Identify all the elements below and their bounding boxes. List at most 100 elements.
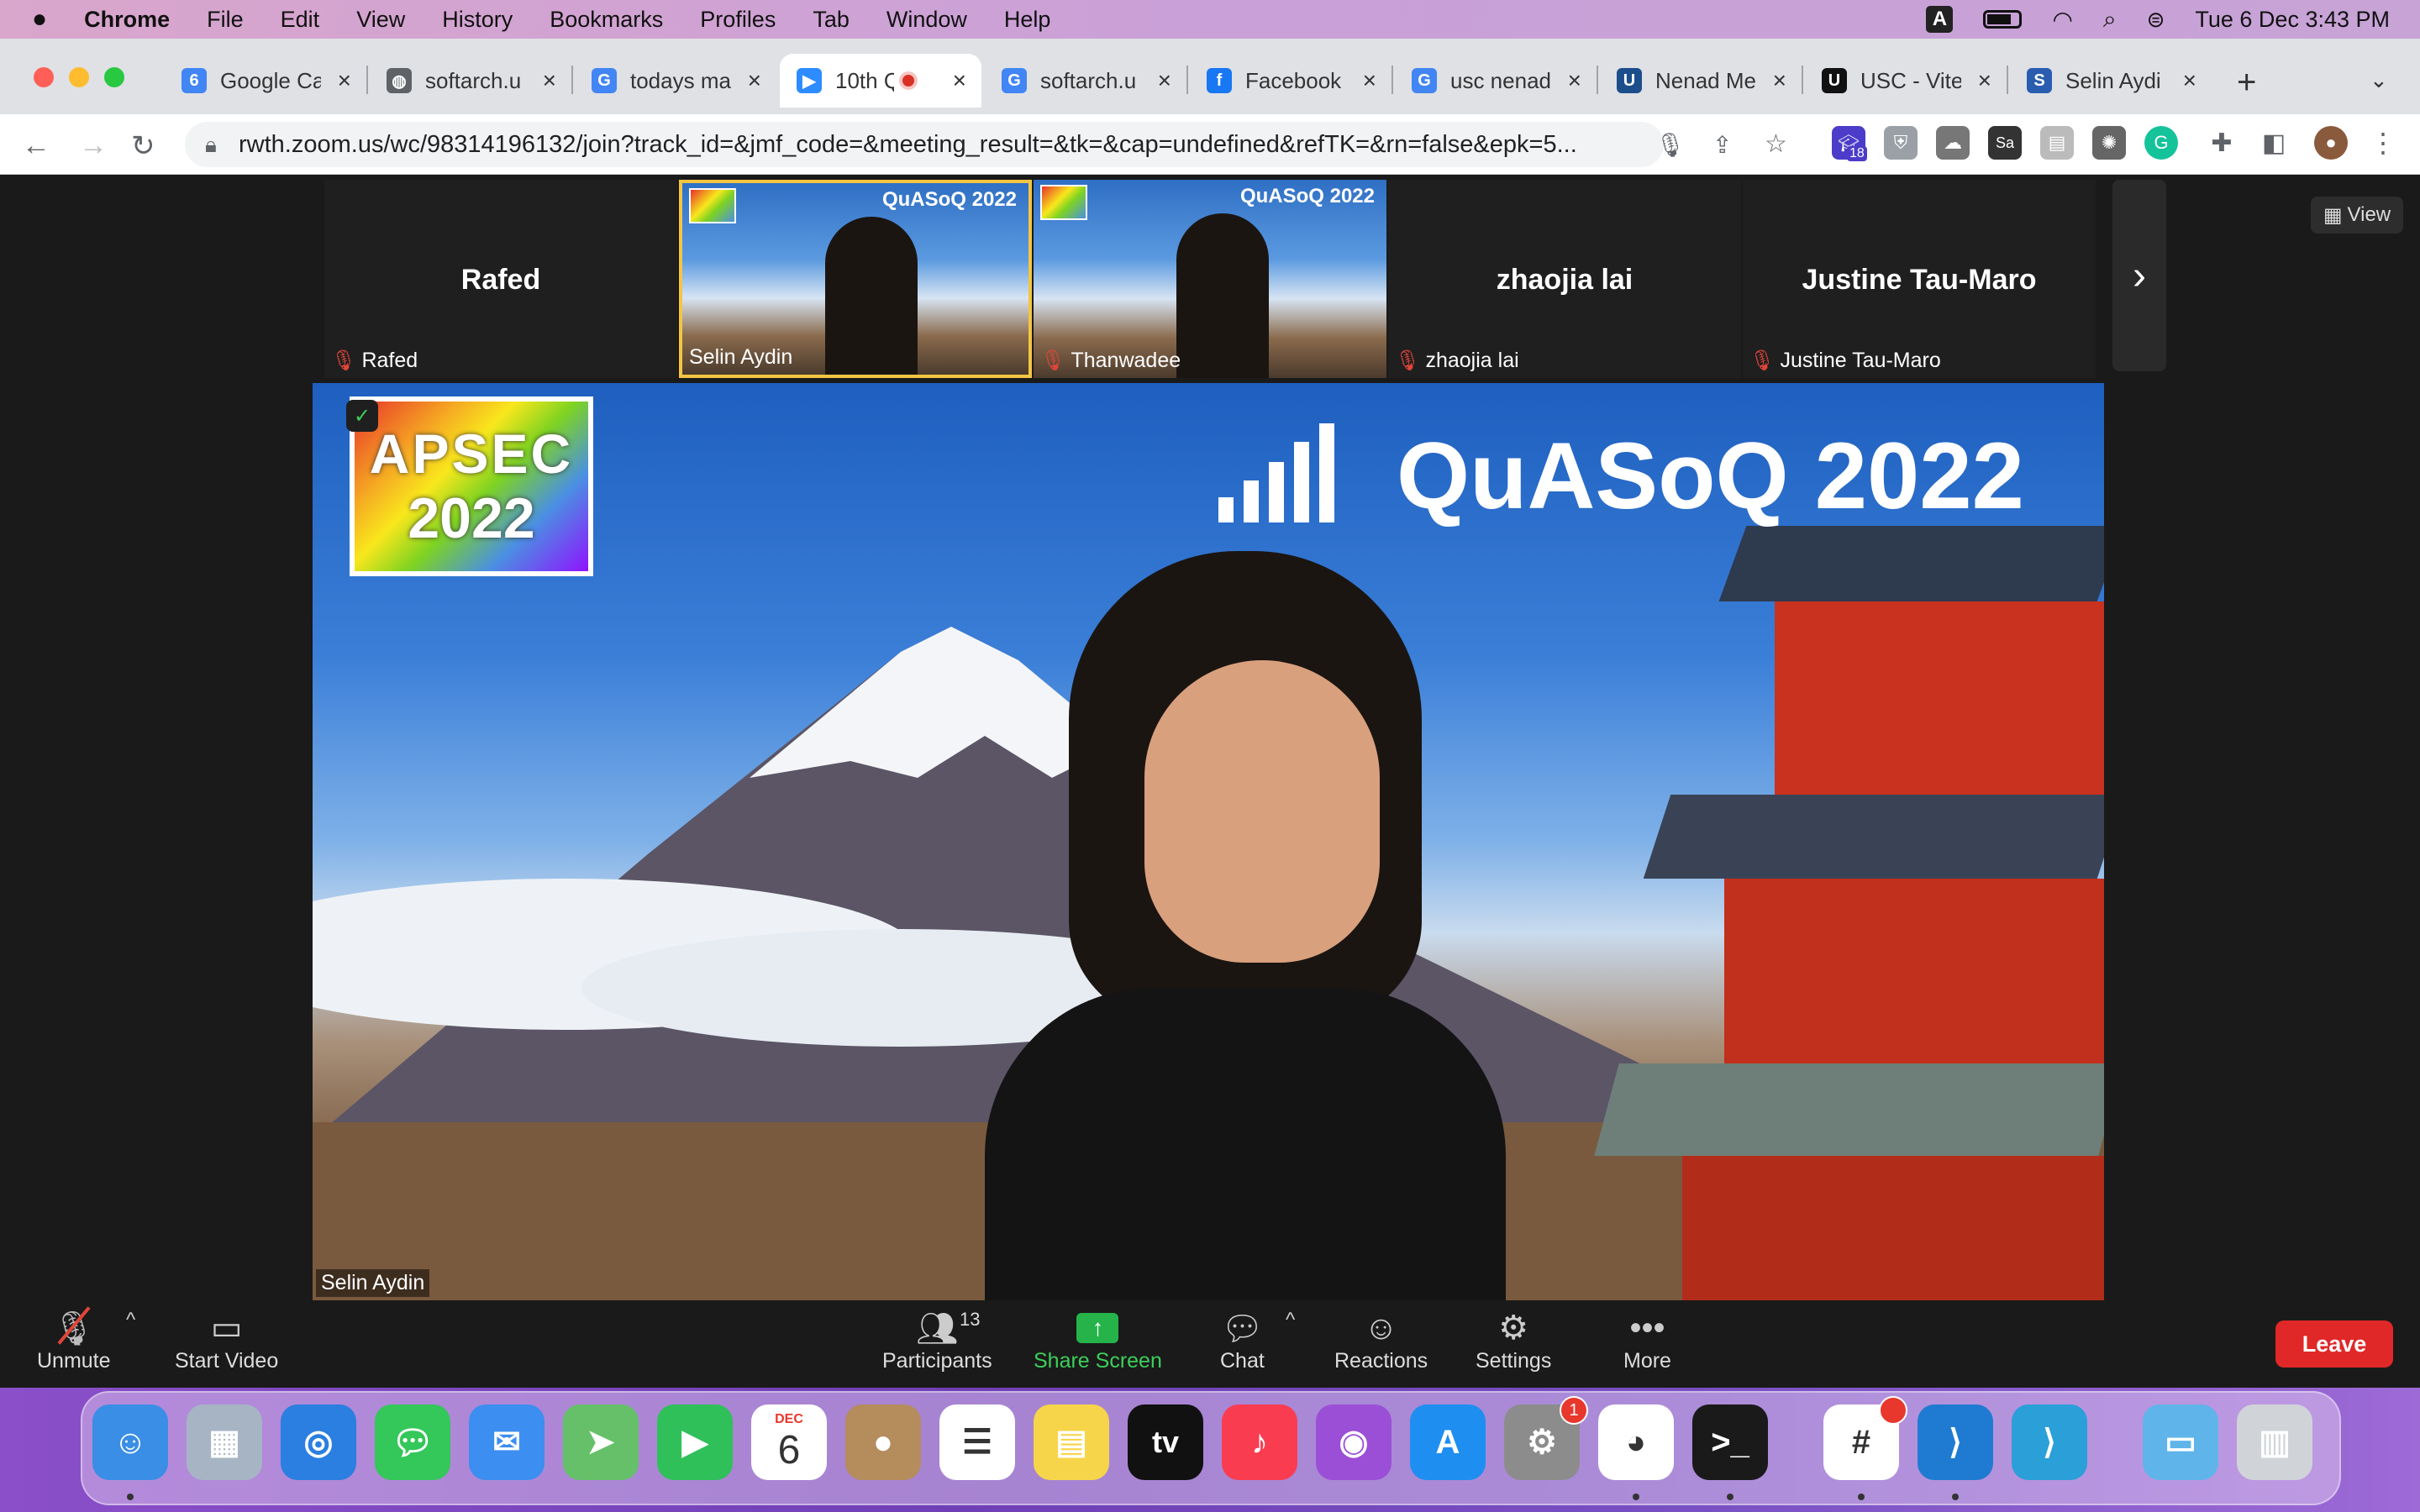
menu-history[interactable]: History	[442, 7, 513, 33]
trash-icon[interactable]: ▥	[2237, 1404, 2312, 1480]
close-tab-icon[interactable]: ×	[1773, 67, 1786, 94]
folder-icon[interactable]: ▭	[2143, 1404, 2218, 1480]
extension-grammarly-icon[interactable]: G	[2144, 126, 2178, 160]
music-icon[interactable]: ♪	[1222, 1404, 1297, 1480]
mail-icon[interactable]: ✉	[469, 1404, 544, 1480]
extension-shield-icon[interactable]: ⛨	[1884, 126, 1918, 160]
close-tab-icon[interactable]: ×	[1568, 67, 1581, 94]
address-bar[interactable]: 🔒︎ rwth.zoom.us/wc/98314196132/join?trac…	[185, 122, 1664, 167]
next-page-button[interactable]: ›	[2112, 180, 2166, 371]
tab-3[interactable]: ▶ 10th Q ×	[780, 54, 981, 108]
maximize-window-button[interactable]	[104, 67, 124, 87]
search-icon[interactable]: ⌕	[2103, 6, 2117, 34]
extension-sa-icon[interactable]: Sa	[1988, 126, 2022, 160]
podcasts-icon[interactable]: ◉	[1316, 1404, 1392, 1480]
messages-icon[interactable]: 💬︎	[375, 1404, 450, 1480]
wifi-icon[interactable]: ◠	[2052, 6, 2072, 34]
lock-icon[interactable]: 🔒︎	[205, 132, 217, 159]
close-tab-icon[interactable]: ×	[1158, 67, 1171, 94]
reminders-icon[interactable]: ☰	[939, 1404, 1015, 1480]
datetime[interactable]: Tue 6 Dec 3:43 PM	[2195, 7, 2390, 33]
close-tab-icon[interactable]: ×	[953, 67, 966, 94]
tab-1[interactable]: ◍ softarch.u ×	[370, 54, 571, 108]
menu-file[interactable]: File	[207, 7, 244, 33]
share-screen-button[interactable]: ↑ Share Screen	[1034, 1307, 1162, 1373]
app-store-icon[interactable]: A	[1410, 1404, 1486, 1480]
menu-bookmarks[interactable]: Bookmarks	[550, 7, 663, 33]
back-icon[interactable]: ←	[22, 129, 50, 162]
contacts-icon[interactable]: ●	[845, 1404, 921, 1480]
tab-5[interactable]: f Facebook ×	[1190, 54, 1392, 108]
maps-icon[interactable]: ➤	[563, 1404, 639, 1480]
menu-view[interactable]: View	[356, 7, 405, 33]
menu-window[interactable]: Window	[886, 7, 967, 33]
tab-2[interactable]: Gtodays ma ×	[575, 54, 776, 108]
url-text[interactable]: rwth.zoom.us/wc/98314196132/join?track_i…	[239, 131, 1617, 159]
menu-help[interactable]: Help	[1004, 7, 1051, 33]
participant-tile[interactable]: Rafed 🎙︎ Rafed	[324, 180, 677, 378]
participant-tile[interactable]: QuASoQ 2022 Selin Aydin	[679, 180, 1032, 378]
extensions-puzzle-icon[interactable]: ✚	[2205, 126, 2238, 160]
audio-options-chevron-icon[interactable]: ^	[126, 1309, 135, 1332]
finder-icon[interactable]: ☺	[92, 1404, 168, 1480]
menu-edit[interactable]: Edit	[281, 7, 320, 33]
start-video-button[interactable]: ▭ Start Video	[175, 1307, 278, 1373]
battery-icon[interactable]	[1983, 10, 2023, 29]
more-button[interactable]: ••• More	[1623, 1307, 1671, 1373]
chat-button[interactable]: 💬︎ Chat	[1220, 1307, 1265, 1373]
unmute-button[interactable]: 🎙︎ Unmute	[37, 1306, 111, 1373]
close-window-button[interactable]	[34, 67, 54, 87]
calendar-icon[interactable]: DEC 6	[751, 1404, 827, 1480]
menu-profiles[interactable]: Profiles	[700, 7, 776, 33]
facetime-icon[interactable]: ▶	[657, 1404, 733, 1480]
menu-tab[interactable]: Tab	[813, 7, 850, 33]
tab-search-chevron-icon[interactable]: ⌄	[2370, 67, 2388, 93]
terminal-icon[interactable]: >_	[1692, 1404, 1768, 1480]
chat-options-chevron-icon[interactable]: ^	[1286, 1309, 1295, 1332]
extension-doc-icon[interactable]: ▤	[2040, 126, 2074, 160]
bookmark-star-icon[interactable]: ☆	[1765, 129, 1787, 159]
close-tab-icon[interactable]: ×	[338, 67, 351, 94]
participant-tile[interactable]: zhaojia lai 🎙︎ zhaojia lai	[1388, 180, 1741, 378]
vscode-insiders-icon[interactable]: ⟩	[2012, 1404, 2087, 1480]
profile-avatar[interactable]: ●	[2314, 126, 2348, 160]
settings-button[interactable]: ⚙ Settings	[1476, 1307, 1551, 1373]
safari-icon[interactable]: ◎	[281, 1404, 356, 1480]
tab-8[interactable]: U USC - Vite ×	[1805, 54, 2007, 108]
apple-icon[interactable]: ●	[32, 5, 47, 34]
launchpad-icon[interactable]: ▦	[187, 1404, 262, 1480]
input-source-icon[interactable]: A	[1926, 6, 1954, 33]
participant-tile[interactable]: Justine Tau-Maro 🎙︎ Justine Tau-Maro	[1743, 180, 2096, 378]
share-icon[interactable]: ⇪	[1712, 131, 1732, 159]
leave-button[interactable]: Leave	[2275, 1320, 2393, 1368]
extension-cloud-icon[interactable]: ☁	[1936, 126, 1970, 160]
extension-openai-icon[interactable]: ✺	[2092, 126, 2126, 160]
reload-icon[interactable]: ↻	[131, 129, 155, 163]
view-button[interactable]: ▦ View	[2311, 197, 2403, 234]
participant-tile[interactable]: QuASoQ 2022 🎙︎ Thanwadee	[1034, 180, 1386, 378]
close-tab-icon[interactable]: ×	[1363, 67, 1376, 94]
close-tab-icon[interactable]: ×	[2183, 67, 2196, 94]
browser-menu-icon[interactable]: ⋮	[2366, 126, 2400, 160]
control-center-icon[interactable]: ⊜	[2147, 7, 2165, 33]
chrome-icon[interactable]: ◕	[1598, 1404, 1674, 1480]
notes-icon[interactable]: ▤	[1034, 1404, 1109, 1480]
forward-icon[interactable]: →	[79, 129, 108, 162]
microphone-icon[interactable]: 🎙︎	[1655, 131, 1686, 159]
tab-0[interactable]: 6 Google Ca ×	[165, 54, 366, 108]
tv-icon[interactable]: tv	[1128, 1404, 1203, 1480]
tab-4[interactable]: Gsoftarch.u ×	[985, 54, 1186, 108]
menu-app-name[interactable]: Chrome	[84, 7, 170, 33]
tab-9[interactable]: S Selin Aydi ×	[2010, 54, 2212, 108]
close-tab-icon[interactable]: ×	[1978, 67, 1991, 94]
tab-7[interactable]: U Nenad Me ×	[1600, 54, 1802, 108]
tab-6[interactable]: Gusc nenad ×	[1395, 54, 1597, 108]
active-speaker-video[interactable]: QuASoQ 2022 APSEC 2022 ✓ Selin Aydin	[313, 383, 2104, 1300]
close-tab-icon[interactable]: ×	[748, 67, 761, 94]
vscode-icon[interactable]: ⟩	[1918, 1404, 1993, 1480]
reactions-button[interactable]: ☺ Reactions	[1334, 1307, 1428, 1373]
side-panel-icon[interactable]: ◧	[2257, 126, 2291, 160]
new-tab-button[interactable]: +	[2237, 64, 2256, 102]
minimize-window-button[interactable]	[69, 67, 89, 87]
close-tab-icon[interactable]: ×	[543, 67, 556, 94]
